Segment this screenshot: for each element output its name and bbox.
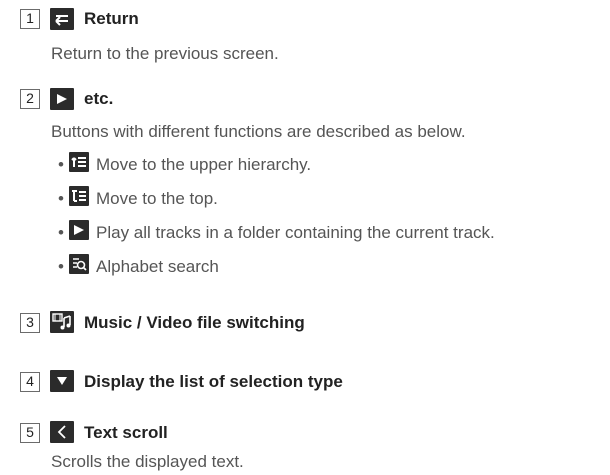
item-desc-etc: Buttons with different functions are des… xyxy=(51,122,466,141)
item-number-1: 1 xyxy=(20,9,40,29)
bullet-dot: • xyxy=(58,257,64,276)
item-number-5: 5 xyxy=(20,423,40,443)
item-number-2: 2 xyxy=(20,89,40,109)
item-title-selection-type: Display the list of selection type xyxy=(84,372,343,391)
bullet-text-alphabet-search: Alphabet search xyxy=(96,257,219,276)
music-video-switch-icon xyxy=(50,311,74,333)
top-icon xyxy=(69,186,89,206)
chevron-left-icon xyxy=(50,421,74,443)
bullet-dot: • xyxy=(58,189,64,208)
item-number-4: 4 xyxy=(20,372,40,392)
bullet-text-play-all: Play all tracks in a folder containing t… xyxy=(96,223,495,242)
bullet-text-top: Move to the top. xyxy=(96,189,218,208)
item-number-3: 3 xyxy=(20,313,40,333)
bullet-dot: • xyxy=(58,155,64,174)
bullet-dot: • xyxy=(58,223,64,242)
upper-hierarchy-icon xyxy=(69,152,89,172)
play-icon xyxy=(50,88,74,110)
alphabet-search-icon xyxy=(69,254,89,274)
item-title-etc: etc. xyxy=(84,89,114,108)
return-icon xyxy=(50,8,74,30)
item-title-return: Return xyxy=(84,9,139,28)
item-desc-text-scroll: Scrolls the displayed text. xyxy=(51,452,244,471)
item-desc-return: Return to the previous screen. xyxy=(51,44,279,63)
bullet-text-upper-hierarchy: Move to the upper hierarchy. xyxy=(96,155,312,174)
item-title-music-video: Music / Video file switching xyxy=(84,313,305,332)
item-title-text-scroll: Text scroll xyxy=(84,423,168,442)
play-icon xyxy=(69,220,89,240)
triangle-down-icon xyxy=(50,370,74,392)
